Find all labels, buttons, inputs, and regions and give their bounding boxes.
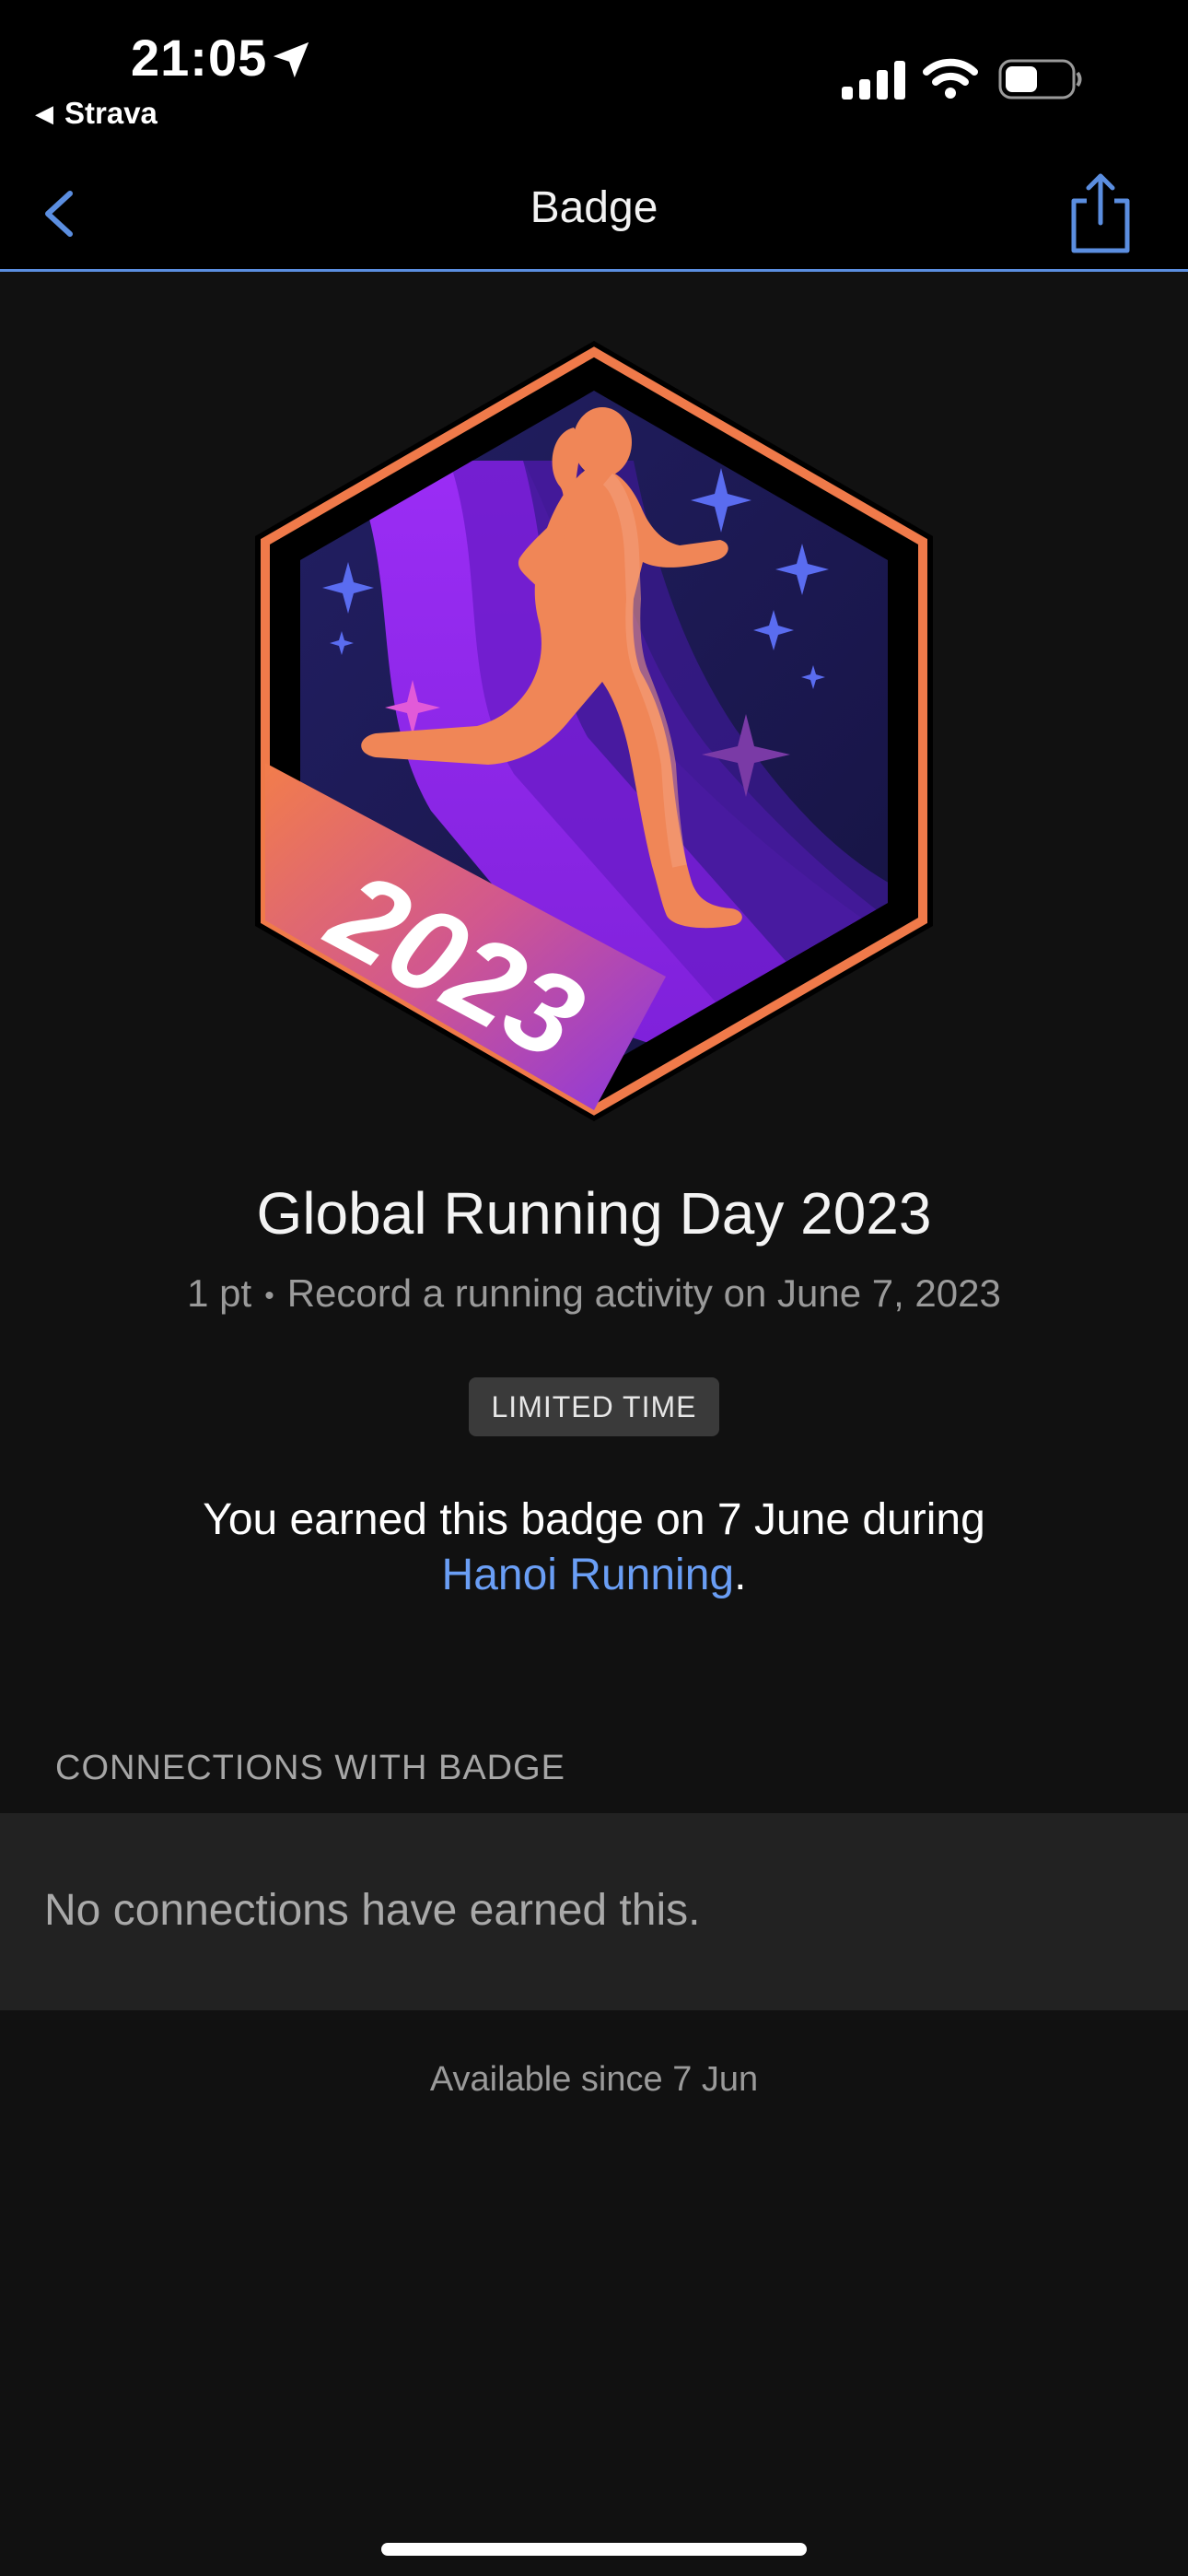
- badge-requirement: Record a running activity on June 7, 202…: [286, 1271, 1001, 1315]
- share-icon[interactable]: [1061, 170, 1140, 256]
- connections-empty-text: No connections have earned this.: [44, 1886, 701, 1935]
- availability-text: Available since 7 Jun: [429, 2060, 759, 2099]
- badge-name: Global Running Day 2023: [256, 1180, 932, 1247]
- earned-period: .: [734, 1551, 747, 1599]
- location-arrow-icon: [273, 41, 309, 78]
- separator-dot: •: [264, 1280, 274, 1311]
- badge-points: 1 pt: [187, 1271, 252, 1315]
- badge-description: 1 pt • Record a running activity on June 7…: [0, 1271, 1188, 1316]
- wifi-icon: [923, 58, 978, 99]
- earned-text: You earned this badge on 7 June during: [203, 1495, 985, 1544]
- back-to-app-link[interactable]: ◀ Strava: [35, 96, 157, 131]
- page-title: Badge: [530, 183, 658, 232]
- badge-image: 2023: [255, 341, 933, 1121]
- back-triangle-icon: ◀: [35, 99, 53, 127]
- limited-time-tag: LIMITED TIME: [469, 1377, 719, 1436]
- home-indicator[interactable]: [381, 2543, 807, 2556]
- battery-icon: [998, 59, 1082, 100]
- cellular-signal-icon: [842, 61, 905, 100]
- club-link[interactable]: Hanoi Running: [442, 1551, 735, 1599]
- connections-panel: No connections have earned this.: [0, 1813, 1188, 2010]
- connections-header: CONNECTIONS WITH BADGE: [55, 1749, 566, 1787]
- earned-statement: You earned this badge on 7 June during H…: [0, 1493, 1188, 1603]
- status-time: 21:05: [131, 29, 268, 87]
- back-app-label: Strava: [64, 96, 157, 130]
- navigation-bar: Badge: [0, 157, 1188, 272]
- status-bar: 21:05 ◀ Strava: [0, 0, 1188, 157]
